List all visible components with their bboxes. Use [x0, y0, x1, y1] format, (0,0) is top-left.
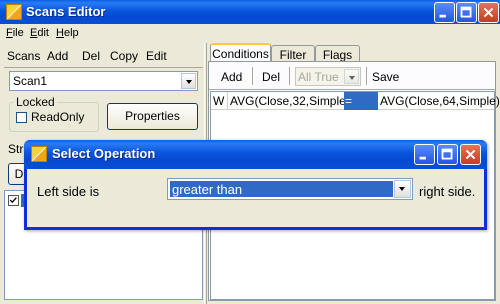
readonly-checkbox[interactable] [16, 112, 27, 123]
minimize-icon [439, 14, 446, 18]
main-window-title: Scans Editor [26, 4, 106, 19]
condition-right-expression[interactable]: AVG(Close,64,Simple) [380, 94, 500, 108]
tab-filter[interactable]: Filter [271, 45, 315, 62]
scan-select[interactable]: Scan1 [9, 71, 198, 91]
delete-scan-button[interactable]: Del [82, 48, 100, 64]
tab-flags[interactable]: Flags [315, 45, 360, 62]
close-icon [483, 7, 494, 18]
operation-select[interactable]: greater than [167, 178, 413, 200]
readonly-label[interactable]: ReadOnly [31, 110, 84, 124]
condition-left-expression[interactable]: AVG(Close,32,Simple) [230, 94, 350, 108]
toolbar-separator-2 [289, 67, 290, 85]
maximize-icon [460, 6, 472, 18]
dialog-minimize-button[interactable] [414, 144, 435, 165]
dialog-maximize-button[interactable] [437, 144, 458, 165]
chevron-down-icon[interactable] [394, 180, 411, 198]
edit-scan-button[interactable]: Edit [146, 48, 167, 64]
close-button[interactable] [478, 2, 499, 23]
chevron-down-icon[interactable] [344, 69, 359, 84]
select-operation-dialog: Select Operation Left side is greater th… [24, 140, 487, 230]
maximize-icon [441, 148, 453, 160]
mode-select-value: All True [298, 70, 339, 84]
add-scan-button[interactable]: Add [47, 48, 68, 64]
menu-help[interactable]: Help [56, 24, 79, 42]
add-condition-button[interactable]: Add [221, 69, 242, 85]
menu-edit[interactable]: Edit [30, 24, 49, 42]
condition-prefix: W [213, 94, 225, 108]
properties-button[interactable]: Properties [107, 103, 198, 130]
chevron-down-icon[interactable] [181, 73, 196, 89]
minimize-icon [419, 156, 426, 160]
left-toolbar-separator [4, 67, 203, 68]
copy-scan-button[interactable]: Copy [110, 48, 138, 64]
scan-select-value: Scan1 [13, 74, 48, 88]
maximize-button[interactable] [456, 2, 477, 23]
main-title-bar[interactable]: Scans Editor [0, 0, 500, 24]
dialog-close-button[interactable] [460, 144, 481, 165]
operation-select-value: greater than [172, 182, 243, 197]
dialog-title-bar[interactable]: Select Operation [24, 140, 487, 169]
menu-file[interactable]: File [6, 24, 24, 42]
toolbar-separator-3 [366, 67, 367, 85]
condition-row[interactable]: W AVG(Close,32,Simple) = AVG(Close,64,Si… [211, 92, 500, 110]
toolbar-separator [252, 67, 253, 85]
save-conditions-button[interactable]: Save [372, 69, 399, 85]
left-side-label: Left side is [37, 184, 100, 199]
delete-condition-button[interactable]: Del [262, 69, 280, 85]
condition-operator: = [345, 94, 353, 108]
app-icon [6, 4, 22, 20]
tab-conditions[interactable]: Conditions [210, 43, 271, 62]
dialog-app-icon [31, 146, 47, 162]
close-icon [465, 149, 476, 160]
dialog-title: Select Operation [52, 146, 156, 161]
conditions-toolbar-divider [209, 89, 495, 90]
condition-operator-cell[interactable]: = [344, 92, 378, 110]
right-side-label: right side. [419, 184, 476, 199]
list-item-checkbox[interactable] [8, 195, 19, 206]
menu-bar: File Edit Help [0, 24, 500, 42]
scans-label: Scans [7, 49, 41, 63]
check-icon [9, 197, 17, 204]
mode-select[interactable]: All True [295, 67, 361, 86]
locked-group-label: Locked [14, 95, 57, 109]
minimize-button[interactable] [434, 2, 455, 23]
properties-button-label: Properties [125, 109, 180, 123]
